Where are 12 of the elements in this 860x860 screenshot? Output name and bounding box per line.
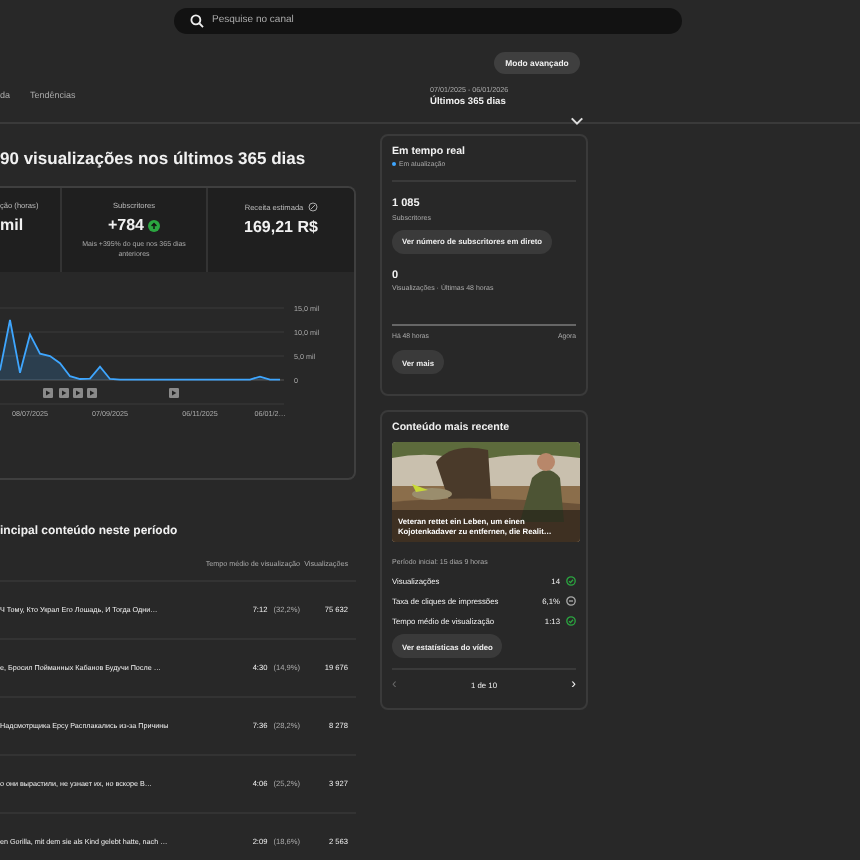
headline: 90 visualizações nos últimos 365 dias xyxy=(0,148,308,168)
video-marker-icon[interactable] xyxy=(59,388,69,398)
video-marker-icon[interactable] xyxy=(73,388,83,398)
metric-value: +784 xyxy=(107,216,145,234)
metric-value: mil xyxy=(0,216,24,234)
video-marker-icon[interactable] xyxy=(43,388,53,398)
video-marker-icon[interactable] xyxy=(169,388,179,398)
video-marker-icon[interactable] xyxy=(87,388,97,398)
chevron-down-icon[interactable] xyxy=(570,116,584,126)
search-icon xyxy=(190,13,204,27)
metric-value: 169,21 R$ xyxy=(244,218,318,236)
up-arrow-icon xyxy=(148,219,161,231)
